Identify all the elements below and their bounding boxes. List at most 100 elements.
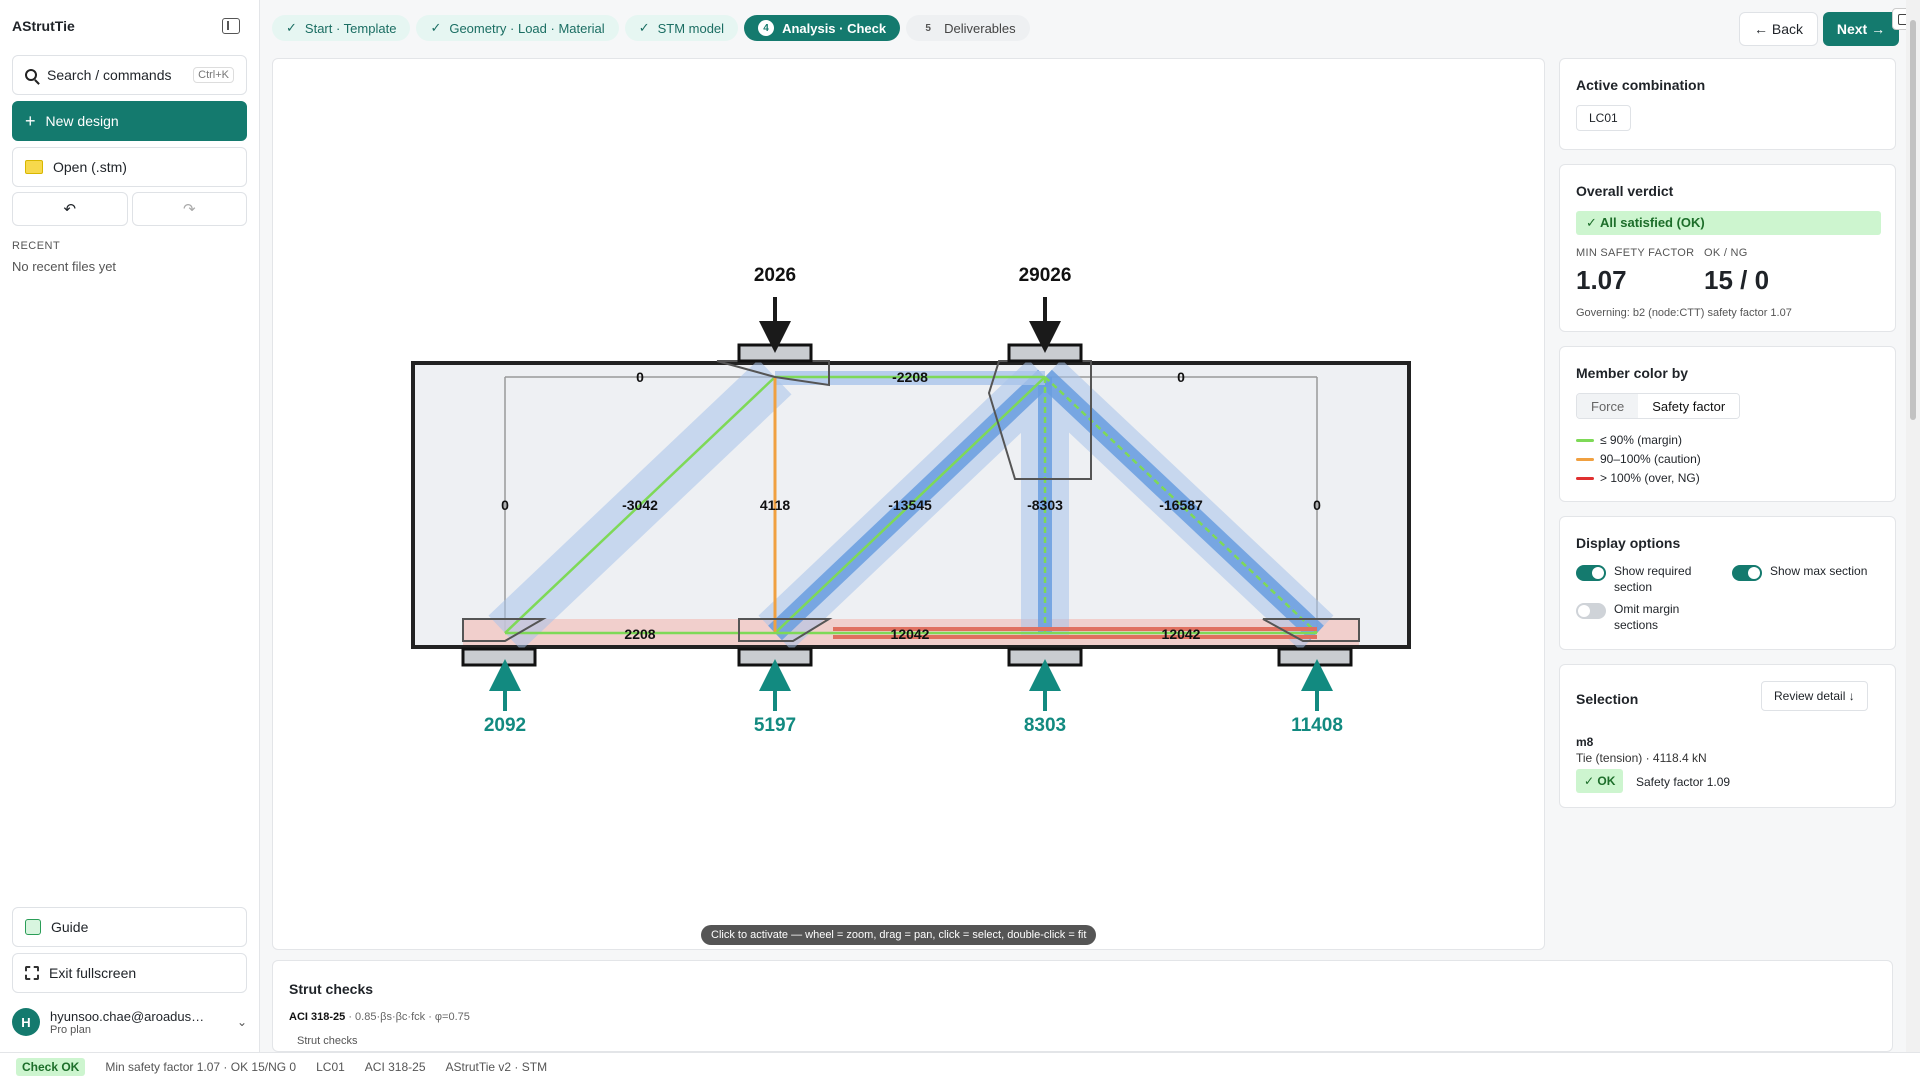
bottom-plate-1 bbox=[461, 647, 537, 667]
recent-empty: No recent files yet bbox=[12, 259, 117, 274]
legend-label: ≤ 90% (margin) bbox=[1600, 433, 1682, 447]
fullscreen-icon bbox=[25, 966, 39, 980]
user-email: hyunsoo.chae@aroadus… bbox=[50, 1008, 205, 1024]
design-code: ACI 318-25 · 0.85·βs·βc·fck · φ=0.75 bbox=[289, 1011, 470, 1023]
plus-icon: + bbox=[25, 110, 36, 131]
user-plan: Pro plan bbox=[50, 1023, 91, 1036]
okng-value: 15 / 0 bbox=[1704, 265, 1770, 295]
search-button[interactable]: Search / commands Ctrl+K bbox=[12, 55, 247, 95]
member-label: -2208 bbox=[892, 369, 928, 385]
book-icon bbox=[25, 919, 41, 935]
user-menu[interactable]: H hyunsoo.chae@aroadus… Pro plan ⌄ bbox=[12, 1004, 247, 1040]
verdict-status: ✓ All satisfied (OK) bbox=[1576, 211, 1881, 235]
reaction-label-4: 11408 bbox=[1291, 715, 1343, 736]
exit-fullscreen-label: Exit fullscreen bbox=[49, 965, 137, 981]
legend-label: > 100% (over, NG) bbox=[1600, 471, 1700, 485]
strut-checks-panel: Strut checks ACI 318-25 · 0.85·βs·βc·fck… bbox=[272, 960, 1893, 1052]
step-start[interactable]: ✓ Start · Template bbox=[272, 15, 411, 41]
member-label: 0 bbox=[1177, 369, 1185, 385]
step-analysis[interactable]: 4 Analysis · Check bbox=[744, 15, 901, 41]
status-summary: Min safety factor 1.07 · OK 15/NG 0 bbox=[105, 1059, 297, 1074]
show-max-toggle[interactable]: Show max section bbox=[1732, 563, 1892, 581]
open-file-button[interactable]: Open (.stm) bbox=[12, 147, 247, 187]
toggle-label: Show required section bbox=[1614, 564, 1692, 594]
color-by-title: Member color by bbox=[1576, 365, 1689, 381]
open-label: Open (.stm) bbox=[53, 159, 127, 175]
member-color-card: Member color by Force Safety factor ≤ 90… bbox=[1559, 346, 1896, 502]
check-icon: ✓ bbox=[430, 20, 442, 35]
reaction-label-3: 8303 bbox=[1024, 715, 1066, 736]
strut-checks-subtab[interactable]: Strut checks bbox=[297, 1035, 358, 1047]
undo-redo-row: ↶ ↷ bbox=[12, 192, 247, 226]
selection-ok-badge: ✓ OK bbox=[1576, 769, 1624, 793]
member-label: -16587 bbox=[1159, 497, 1203, 513]
reaction-label-1: 2092 bbox=[484, 715, 526, 736]
omit-margin-toggle[interactable]: Omit margin sections bbox=[1576, 601, 1716, 633]
bottom-plate-3 bbox=[1007, 647, 1083, 667]
legend-swatch bbox=[1576, 438, 1594, 442]
show-required-toggle[interactable]: Show required section bbox=[1576, 563, 1716, 595]
step-stm-model[interactable]: ✓ STM model bbox=[624, 15, 739, 41]
legend-swatch bbox=[1576, 476, 1594, 480]
load-label-1: 2026 bbox=[754, 265, 796, 286]
stm-canvas[interactable]: 2026 29026 2092 5197 8303 11408 0 -2208 … bbox=[272, 58, 1545, 950]
display-title: Display options bbox=[1576, 535, 1681, 551]
new-design-label: New design bbox=[45, 113, 119, 129]
combination-title: Active combination bbox=[1576, 77, 1706, 93]
color-by-force[interactable]: Force bbox=[1577, 394, 1639, 418]
step-number: 5 bbox=[925, 22, 931, 34]
status-app: AStrutTie v2 · STM bbox=[445, 1059, 548, 1074]
status-bar: Check OK Min safety factor 1.07 · OK 15/… bbox=[0, 1052, 1920, 1080]
back-button[interactable]: ← Back bbox=[1739, 12, 1818, 46]
toggle-switch[interactable] bbox=[1576, 565, 1606, 581]
okng-label: OK / NG bbox=[1704, 247, 1748, 259]
step-label: Analysis · Check bbox=[782, 20, 887, 36]
next-button[interactable]: Next → bbox=[1823, 12, 1899, 46]
legend-over: > 100% (over, NG) bbox=[1576, 471, 1700, 485]
toggle-switch[interactable] bbox=[1732, 565, 1762, 581]
color-by-safety[interactable]: Safety factor bbox=[1638, 394, 1740, 418]
new-design-button[interactable]: + New design bbox=[12, 101, 247, 141]
recent-header: RECENT bbox=[12, 240, 61, 252]
member-label: 4118 bbox=[760, 497, 791, 513]
step-label: Geometry · Load · Material bbox=[449, 20, 605, 36]
sidebar-collapse-icon[interactable] bbox=[222, 18, 240, 34]
top-plate-1 bbox=[737, 343, 813, 363]
color-by-toggle: Force Safety factor bbox=[1576, 393, 1741, 419]
undo-button[interactable]: ↶ bbox=[12, 192, 128, 226]
step-number: 4 bbox=[758, 20, 775, 36]
stm-diagram[interactable]: 2026 29026 2092 5197 8303 11408 0 -2208 … bbox=[273, 59, 1546, 951]
status-code: ACI 318-25 bbox=[364, 1059, 426, 1074]
page-scrollbar[interactable] bbox=[1906, 0, 1920, 1052]
member-label: 12042 bbox=[1162, 626, 1201, 642]
step-label: STM model bbox=[657, 20, 725, 36]
selection-safety-factor: Safety factor 1.09 bbox=[1636, 775, 1731, 789]
redo-button[interactable]: ↷ bbox=[131, 192, 247, 226]
review-detail-button[interactable]: Review detail ↓ bbox=[1761, 681, 1868, 711]
selection-card: Selection Review detail ↓ m8 Tie (tensio… bbox=[1559, 664, 1896, 808]
toggle-switch[interactable] bbox=[1576, 603, 1606, 619]
member-label: 0 bbox=[1313, 497, 1321, 513]
combination-select[interactable]: LC01 bbox=[1576, 105, 1631, 131]
bottom-plate-2 bbox=[737, 647, 813, 667]
reaction-arrows bbox=[489, 659, 1333, 711]
design-code-name: ACI 318-25 bbox=[289, 1011, 346, 1023]
verdict-title: Overall verdict bbox=[1576, 183, 1674, 199]
bottom-plate-4 bbox=[1277, 647, 1353, 667]
guide-button[interactable]: Guide bbox=[12, 907, 247, 947]
load-label-2: 29026 bbox=[1019, 265, 1072, 286]
guide-label: Guide bbox=[51, 919, 89, 935]
legend-swatch bbox=[1576, 457, 1594, 461]
search-label: Search / commands bbox=[47, 67, 172, 83]
exit-fullscreen-button[interactable]: Exit fullscreen bbox=[12, 953, 247, 993]
check-icon: ✓ bbox=[638, 20, 650, 35]
step-label: Deliverables bbox=[944, 20, 1016, 36]
canvas-hint: Click to activate — wheel = zoom, drag =… bbox=[701, 925, 1097, 945]
step-deliverables[interactable]: 5 Deliverables bbox=[906, 15, 1030, 41]
status-badge: Check OK bbox=[16, 1057, 86, 1076]
reaction-label-2: 5197 bbox=[754, 715, 796, 736]
active-combination-card: Active combination LC01 bbox=[1559, 58, 1896, 150]
step-geometry[interactable]: ✓ Geometry · Load · Material bbox=[416, 15, 619, 41]
governing-text: Governing: b2 (node:CTT) safety factor 1… bbox=[1576, 307, 1792, 319]
search-shortcut: Ctrl+K bbox=[193, 67, 234, 83]
